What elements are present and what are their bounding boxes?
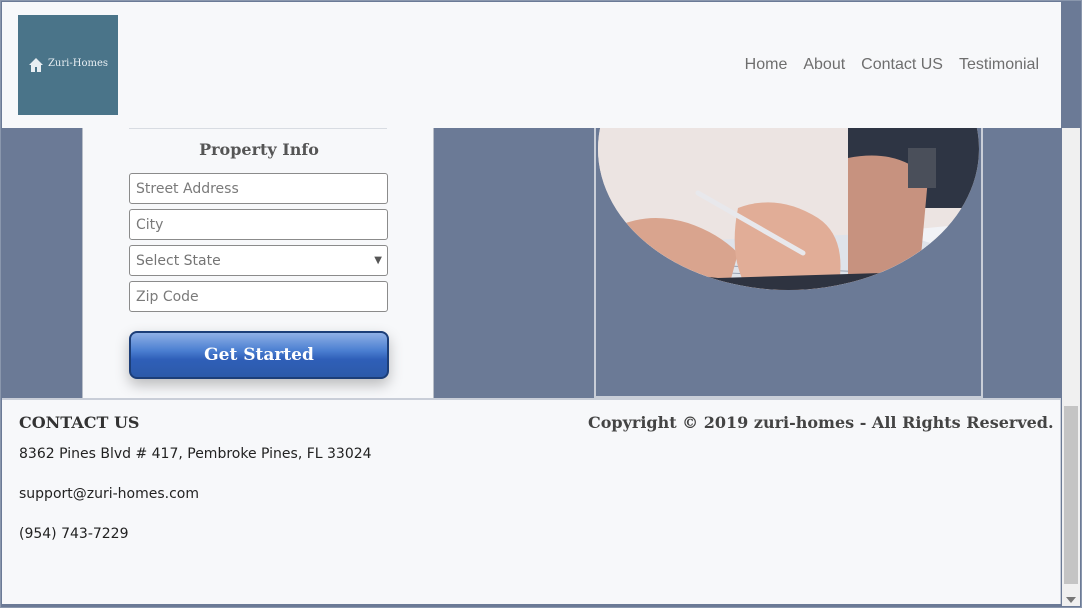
nav-home[interactable]: Home <box>745 56 788 74</box>
site-logo[interactable]: Zuri-Homes <box>18 15 118 115</box>
divider <box>129 128 387 129</box>
nav-contact-us[interactable]: Contact US <box>861 56 943 74</box>
contact-email[interactable]: support@zuri-homes.com <box>19 486 199 502</box>
contact-address: 8362 Pines Blvd # 417, Pembroke Pines, F… <box>19 446 372 462</box>
main-nav: Home About Contact US Testimonial <box>745 56 1039 74</box>
site-footer: CONTACT US 8362 Pines Blvd # 417, Pembro… <box>2 398 1061 604</box>
city-input[interactable] <box>129 209 388 240</box>
state-select[interactable]: Select State ▼ <box>129 245 388 276</box>
form-title: Property Info <box>199 140 319 159</box>
nav-testimonial[interactable]: Testimonial <box>959 56 1039 74</box>
street-address-input[interactable] <box>129 173 388 204</box>
contact-heading: CONTACT US <box>19 413 140 432</box>
image-panel <box>594 128 983 398</box>
copyright-text: Copyright © 2019 zuri-homes - All Rights… <box>588 413 1054 432</box>
site-header: Zuri-Homes Home About Contact US Testimo… <box>2 2 1061 128</box>
scroll-down-arrow-icon[interactable] <box>1066 597 1076 603</box>
property-info-form: Property Info Select State ▼ Get Started <box>82 128 434 399</box>
nav-about[interactable]: About <box>803 56 845 74</box>
contact-phone[interactable]: (954) 743-7229 <box>19 526 129 542</box>
handshake-document-photo <box>598 128 979 290</box>
zip-code-input[interactable] <box>129 281 388 312</box>
state-select-value: Select State <box>136 252 221 269</box>
logo-text: Zuri-Homes <box>47 58 109 69</box>
home-icon <box>28 58 43 72</box>
chevron-down-icon: ▼ <box>374 255 382 266</box>
scrollbar-thumb[interactable] <box>1064 406 1078 584</box>
vertical-scrollbar[interactable] <box>1062 128 1080 606</box>
get-started-button[interactable]: Get Started <box>129 331 389 379</box>
